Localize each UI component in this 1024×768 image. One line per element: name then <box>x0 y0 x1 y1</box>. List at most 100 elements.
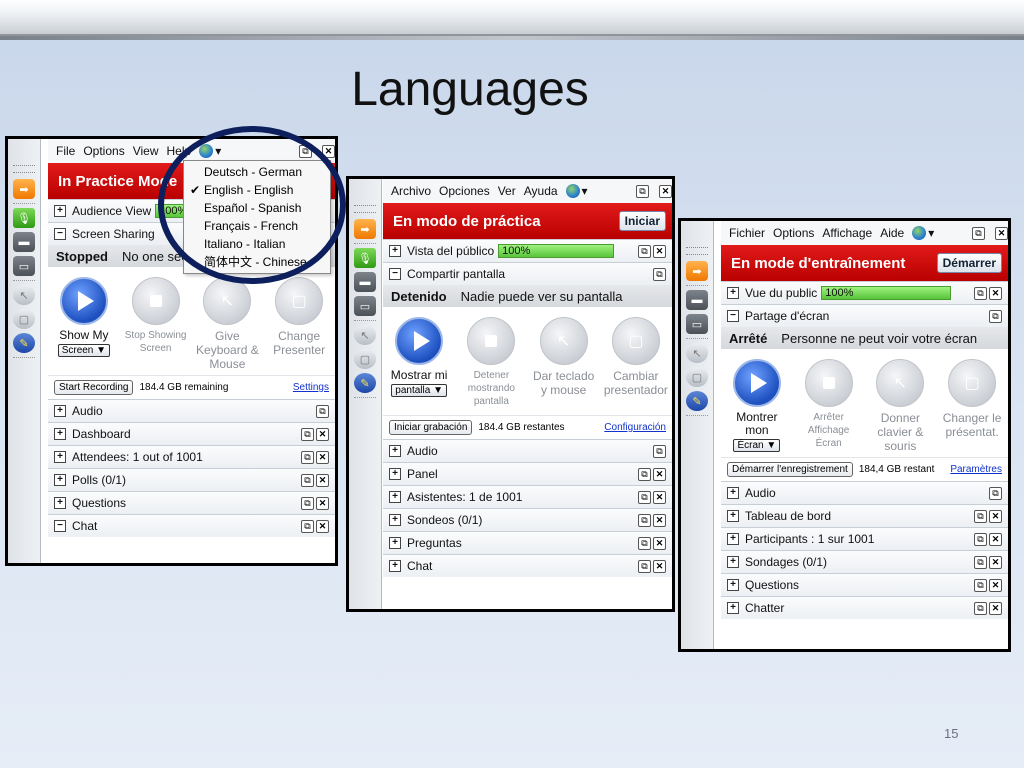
expand-icon[interactable]: + <box>727 487 739 499</box>
close-icon[interactable]: ✕ <box>989 286 1002 300</box>
monitor-icon[interactable]: ▢ <box>686 367 708 387</box>
section-audio[interactable]: + Audio ⧉ <box>48 399 335 422</box>
language-globe-icon[interactable]: ▾ <box>912 226 934 240</box>
collapse-icon[interactable]: − <box>727 310 739 322</box>
collapse-icon[interactable]: − <box>389 268 401 280</box>
collapse-icon[interactable]: − <box>54 520 66 532</box>
menu-options[interactable]: Options <box>773 226 814 240</box>
menu-options[interactable]: Options <box>83 144 124 158</box>
close-icon[interactable]: ✕ <box>989 555 1002 569</box>
menu-help[interactable]: Ayuda <box>524 184 558 198</box>
section-chat[interactable]: + Chatter ⧉ ✕ <box>721 596 1008 619</box>
section-attendees[interactable]: + Participants : 1 sur 1001 ⧉ ✕ <box>721 527 1008 550</box>
menu-file[interactable]: Archivo <box>391 184 431 198</box>
popout-icon[interactable]: ⧉ <box>989 486 1002 500</box>
menu-file[interactable]: File <box>56 144 75 158</box>
section-questions[interactable]: + Preguntas ⧉ ✕ <box>383 531 672 554</box>
close-icon[interactable]: ✕ <box>653 559 666 573</box>
screen-share-icon[interactable]: ▭ <box>686 314 708 334</box>
popout-icon[interactable]: ⧉ <box>638 490 651 504</box>
microphone-icon[interactable]: 🎙 <box>13 208 35 228</box>
section-questions[interactable]: + Questions ⧉ ✕ <box>48 491 335 514</box>
section-polls[interactable]: + Polls (0/1) ⧉ ✕ <box>48 468 335 491</box>
dock-grip[interactable] <box>354 205 376 213</box>
popout-icon[interactable]: ⧉ <box>301 473 314 487</box>
play-icon[interactable] <box>395 317 444 365</box>
section-dashboard[interactable]: + Tableau de bord ⧉ ✕ <box>721 504 1008 527</box>
audience-view-row[interactable]: + Vista del público 100% ⧉ ✕ <box>383 239 672 262</box>
start-recording-button[interactable]: Démarrer l'enregistrement <box>727 462 853 477</box>
section-attendees[interactable]: + Attendees: 1 out of 1001 ⧉ ✕ <box>48 445 335 468</box>
popout-icon[interactable]: ⧉ <box>974 509 987 523</box>
popout-icon[interactable]: ⧉ <box>989 309 1002 323</box>
screen-share-icon[interactable]: ▭ <box>354 296 376 316</box>
close-icon[interactable]: ✕ <box>989 532 1002 546</box>
expand-icon[interactable]: + <box>54 474 66 486</box>
menu-help[interactable]: Aide <box>880 226 904 240</box>
section-questions[interactable]: + Questions ⧉ ✕ <box>721 573 1008 596</box>
webcam-icon[interactable]: ▬ <box>13 232 35 252</box>
menu-view[interactable]: Ver <box>498 184 516 198</box>
close-icon[interactable]: ✕ <box>316 450 329 464</box>
dock-grip[interactable] <box>686 247 708 255</box>
close-icon[interactable]: ✕ <box>653 467 666 481</box>
section-polls[interactable]: + Sondages (0/1) ⧉ ✕ <box>721 550 1008 573</box>
expand-icon[interactable]: + <box>727 579 739 591</box>
popout-icon[interactable]: ⧉ <box>638 244 651 258</box>
popout-icon[interactable]: ⧉ <box>301 496 314 510</box>
draw-tools-icon[interactable]: ✎ <box>686 391 708 411</box>
draw-tools-icon[interactable]: ✎ <box>13 333 35 353</box>
expand-icon[interactable]: + <box>727 556 739 568</box>
start-button[interactable]: Démarrer <box>936 253 1002 273</box>
play-icon[interactable] <box>732 359 781 407</box>
popout-icon[interactable]: ⧉ <box>653 444 666 458</box>
popout-icon[interactable]: ⧉ <box>974 555 987 569</box>
restore-icon[interactable]: ⧉ <box>636 184 649 198</box>
language-globe-icon[interactable]: ▾ <box>565 184 588 198</box>
close-icon[interactable]: ✕ <box>989 578 1002 592</box>
settings-link[interactable]: Configuración <box>604 422 666 433</box>
expand-icon[interactable]: + <box>389 491 401 503</box>
play-icon[interactable] <box>59 277 108 325</box>
popout-icon[interactable]: ⧉ <box>301 519 314 533</box>
expand-icon[interactable]: + <box>727 510 739 522</box>
start-button[interactable]: Iniciar <box>618 211 666 231</box>
screen-share-icon[interactable]: ▭ <box>13 256 35 276</box>
settings-link[interactable]: Settings <box>293 382 329 393</box>
draw-tools-icon[interactable]: ✎ <box>354 373 376 393</box>
popout-icon[interactable]: ⧉ <box>301 427 314 441</box>
section-dashboard[interactable]: + Dashboard ⧉ ✕ <box>48 422 335 445</box>
pointer-icon[interactable]: ↖ <box>686 343 708 363</box>
start-recording-button[interactable]: Start Recording <box>54 380 134 395</box>
monitor-icon[interactable]: ▢ <box>13 309 35 329</box>
microphone-icon[interactable]: 🎙 <box>354 248 376 268</box>
close-icon[interactable]: ✕ <box>316 519 329 533</box>
close-icon[interactable]: ✕ <box>989 601 1002 615</box>
show-my-screen-button[interactable]: Montrer mon Écran ▼ <box>725 359 789 452</box>
section-polls[interactable]: + Sondeos (0/1) ⧉ ✕ <box>383 508 672 531</box>
start-recording-button[interactable]: Iniciar grabación <box>389 420 473 435</box>
section-chat[interactable]: + Chat ⧉ ✕ <box>383 554 672 577</box>
screen-select[interactable]: pantalla ▼ <box>391 384 447 397</box>
expand-icon[interactable]: + <box>727 533 739 545</box>
expand-icon[interactable]: + <box>54 451 66 463</box>
close-icon[interactable]: ✕ <box>653 536 666 550</box>
section-audio[interactable]: + Audio ⧉ <box>721 481 1008 504</box>
expand-icon[interactable]: + <box>727 287 739 299</box>
close-icon[interactable]: ✕ <box>659 184 672 198</box>
webcam-icon[interactable]: ▬ <box>686 290 708 310</box>
popout-icon[interactable]: ⧉ <box>638 536 651 550</box>
expand-icon[interactable]: + <box>389 514 401 526</box>
popout-icon[interactable]: ⧉ <box>974 286 987 300</box>
dock-grip[interactable] <box>13 165 35 173</box>
section-attendees[interactable]: + Asistentes: 1 de 1001 ⧉ ✕ <box>383 485 672 508</box>
restore-icon[interactable]: ⧉ <box>972 226 985 240</box>
close-icon[interactable]: ✕ <box>316 427 329 441</box>
popout-icon[interactable]: ⧉ <box>638 513 651 527</box>
menu-view[interactable]: Affichage <box>822 226 872 240</box>
section-dashboard[interactable]: + Panel ⧉ ✕ <box>383 462 672 485</box>
section-audio[interactable]: + Audio ⧉ <box>383 439 672 462</box>
menu-options[interactable]: Opciones <box>439 184 490 198</box>
screen-sharing-row[interactable]: − Partage d'écran ⧉ <box>721 304 1008 327</box>
collapse-arrow-icon[interactable]: ➡ <box>13 179 35 199</box>
